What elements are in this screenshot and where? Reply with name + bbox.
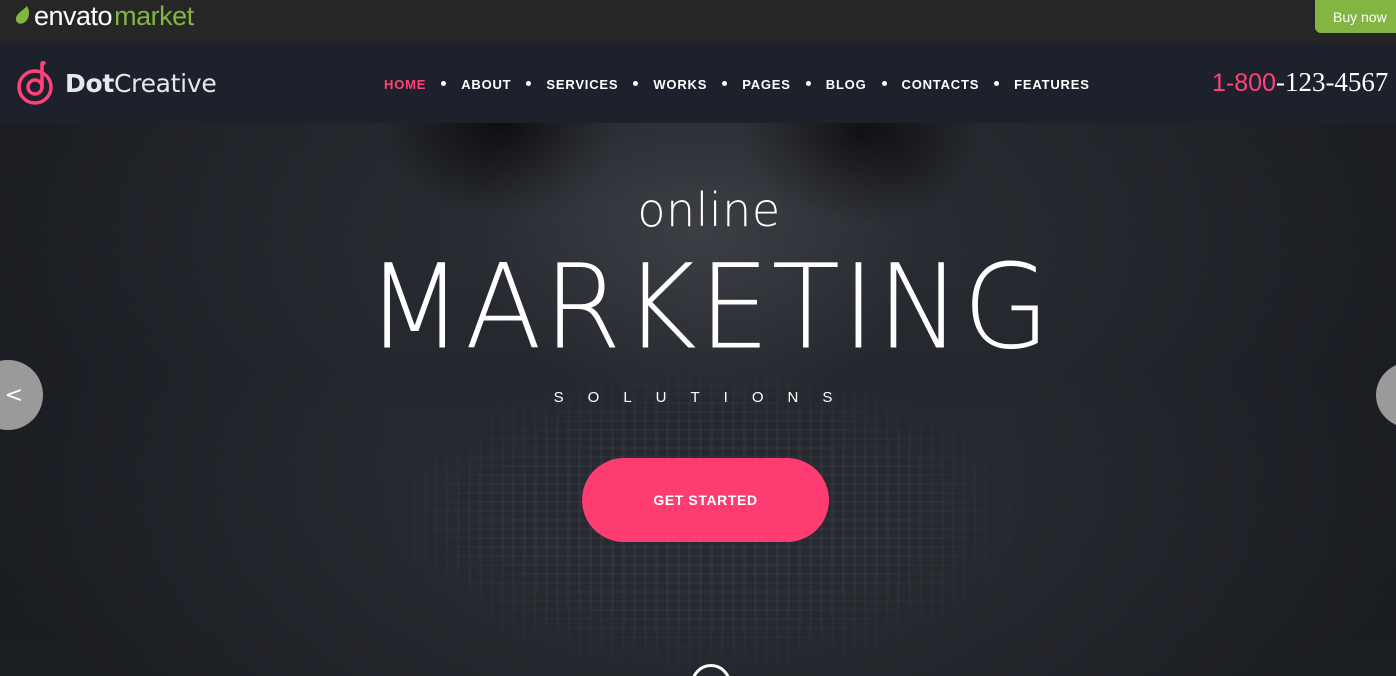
- brand-logo[interactable]: DotCreative: [16, 61, 217, 105]
- chevron-left-icon: <: [4, 382, 23, 408]
- hero-subtitle: SOLUTIONS: [553, 389, 857, 406]
- hero-kicker: online: [637, 183, 781, 237]
- dotcreative-logo-icon: [17, 61, 53, 105]
- nav-separator-dot: [722, 81, 728, 86]
- phone-prefix: 1-800: [1212, 69, 1276, 97]
- nav-item-works[interactable]: WORKS: [653, 77, 707, 92]
- site-header: DotCreative HOME ABOUT SERVICES WORKS PA…: [0, 43, 1396, 123]
- nav-item-features[interactable]: FEATURES: [1014, 77, 1090, 92]
- nav-separator-dot: [633, 81, 639, 86]
- leaf-icon: [16, 6, 30, 24]
- nav-separator-dot: [994, 81, 1000, 86]
- envato-market-logo[interactable]: envato market: [14, 1, 194, 31]
- nav-item-pages[interactable]: PAGES: [742, 77, 791, 92]
- phone-number: 1-800-123-4567: [1212, 67, 1388, 98]
- nav-item-about[interactable]: ABOUT: [461, 77, 511, 92]
- envato-logo-word: envato: [34, 1, 113, 31]
- hero-slider: online MARKETING SOLUTIONS GET STARTED <: [0, 123, 1396, 676]
- nav-separator-dot: [441, 81, 447, 86]
- nav-item-blog[interactable]: BLOG: [826, 77, 867, 92]
- nav-separator-dot: [526, 81, 532, 86]
- envato-top-bar: envato market Buy now: [0, 0, 1396, 43]
- brand-name-bold: Dot: [65, 68, 114, 98]
- nav-item-contacts[interactable]: CONTACTS: [902, 77, 980, 92]
- nav-separator-dot: [805, 81, 811, 86]
- nav-item-home[interactable]: HOME: [384, 77, 426, 92]
- brand-name-light: Creative: [113, 68, 217, 98]
- nav-separator-dot: [881, 81, 887, 86]
- buy-now-button[interactable]: Buy now: [1315, 0, 1396, 33]
- get-started-button[interactable]: GET STARTED: [582, 458, 829, 542]
- phone-main: -123-4567: [1275, 67, 1389, 97]
- brand-name: DotCreative: [65, 68, 217, 98]
- hero-title: MARKETING: [366, 240, 1052, 376]
- envato-logo-market: market: [114, 1, 194, 31]
- nav-item-services[interactable]: SERVICES: [546, 77, 618, 92]
- main-nav: HOME ABOUT SERVICES WORKS PAGES BLOG CON…: [384, 77, 1090, 92]
